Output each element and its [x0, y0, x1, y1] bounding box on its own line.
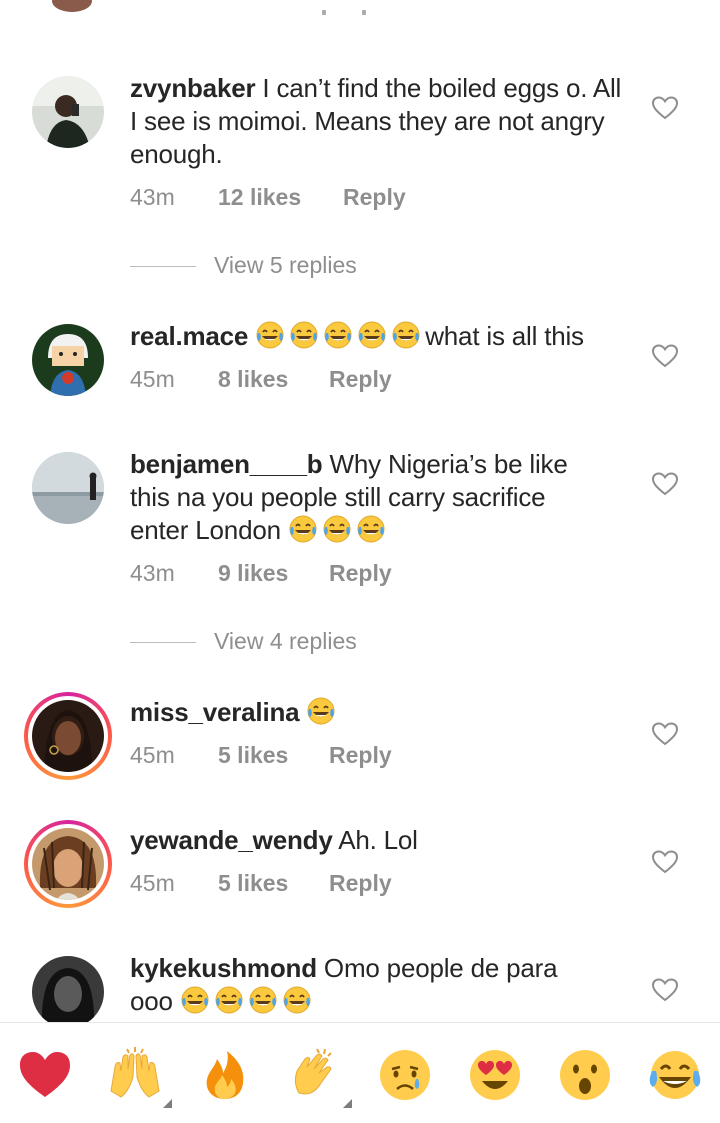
- comment-text: benjamen____b Why Nigeria’s be like this…: [130, 448, 630, 547]
- comment-time: 45m: [130, 870, 175, 896]
- previous-comment-meta-fragment: [322, 8, 392, 18]
- comment-body-line-2: this na you people still carry sacrifice: [130, 482, 546, 512]
- clapping-hands-icon[interactable]: [287, 1047, 343, 1103]
- tears-of-joy-emoji-icon: [249, 986, 277, 1014]
- like-heart-icon[interactable]: [652, 344, 678, 368]
- avatar-with-story-ring[interactable]: [24, 820, 112, 908]
- comment-body: what is all this: [425, 321, 584, 351]
- more-variants-indicator: [163, 1099, 172, 1108]
- tears-of-joy-emoji-icon: [283, 986, 311, 1014]
- tears-of-joy-emoji-icon: [256, 321, 284, 349]
- comment-likes[interactable]: 5 likes: [218, 870, 288, 897]
- raising-hands-icon[interactable]: [107, 1047, 163, 1103]
- like-heart-icon[interactable]: [652, 472, 678, 496]
- surprised-face-icon[interactable]: [557, 1047, 613, 1103]
- comment-body-line-2: ooo: [130, 986, 173, 1016]
- reply-button[interactable]: Reply: [329, 366, 392, 393]
- avatar-image: [32, 956, 104, 1028]
- avatar-image: [32, 76, 104, 148]
- avatar[interactable]: [32, 452, 104, 524]
- heart-eyes-icon[interactable]: [467, 1047, 523, 1103]
- comment-username[interactable]: yewande_wendy: [130, 825, 333, 855]
- comment-username[interactable]: zvynbaker: [130, 73, 256, 103]
- comment-likes[interactable]: 8 likes: [218, 366, 288, 393]
- crying-face-icon[interactable]: [377, 1047, 433, 1103]
- comment-body-line-1: Why Nigeria’s be like: [329, 449, 568, 479]
- comment-text: yewande_wendy Ah. Lol: [130, 824, 630, 857]
- view-replies-label: View 4 replies: [214, 628, 357, 654]
- previous-comment-avatar[interactable]: [52, 0, 92, 12]
- comment-text: real.mace what is all this: [130, 320, 630, 353]
- comment-likes[interactable]: 9 likes: [218, 560, 288, 587]
- comment-body-line-3: enter London: [130, 515, 281, 545]
- more-variants-indicator: [343, 1099, 352, 1108]
- view-replies-label: View 5 replies: [214, 252, 357, 278]
- like-heart-icon[interactable]: [652, 722, 678, 746]
- comment-time: 45m: [130, 366, 175, 392]
- tears-of-joy-emoji-icon: [307, 697, 335, 725]
- reply-button[interactable]: Reply: [329, 870, 392, 897]
- avatar[interactable]: [32, 956, 104, 1028]
- comment-username[interactable]: real.mace: [130, 321, 248, 351]
- avatar-image: [32, 700, 104, 772]
- view-replies-line: [130, 266, 196, 267]
- emoji-reaction-bar: [0, 1022, 720, 1123]
- comment-time: 45m: [130, 742, 175, 768]
- like-heart-icon[interactable]: [652, 978, 678, 1002]
- tears-of-joy-emoji-icon: [290, 321, 318, 349]
- comment-username[interactable]: kykekushmond: [130, 953, 317, 983]
- comment-likes[interactable]: 12 likes: [218, 184, 301, 211]
- red-heart-icon[interactable]: [17, 1047, 73, 1103]
- comment-time: 43m: [130, 560, 175, 586]
- comment-body: Ah. Lol: [338, 825, 418, 855]
- avatar[interactable]: [32, 324, 104, 396]
- tears-of-joy-emoji-icon: [392, 321, 420, 349]
- fire-icon[interactable]: [197, 1047, 253, 1103]
- tears-of-joy-emoji-icon: [357, 515, 385, 543]
- tears-of-joy-icon[interactable]: [647, 1047, 703, 1103]
- avatar-with-story-ring[interactable]: [24, 692, 112, 780]
- tears-of-joy-emoji-icon: [358, 321, 386, 349]
- comment-username[interactable]: benjamen____b: [130, 449, 323, 479]
- reply-button[interactable]: Reply: [329, 560, 392, 587]
- view-replies-line: [130, 642, 196, 643]
- tears-of-joy-emoji-icon: [323, 515, 351, 543]
- comment-time: 43m: [130, 184, 175, 210]
- avatar-image: [32, 324, 104, 396]
- comment-body-line-1: Omo people de para: [323, 953, 558, 983]
- tears-of-joy-emoji-icon: [289, 515, 317, 543]
- avatar-image: [32, 452, 104, 524]
- comment-text: kykekushmond Omo people de para ooo: [130, 952, 630, 1018]
- tears-of-joy-emoji-icon: [324, 321, 352, 349]
- comment-username[interactable]: miss_veralina: [130, 697, 300, 727]
- reply-button[interactable]: Reply: [329, 742, 392, 769]
- reply-button[interactable]: Reply: [343, 184, 406, 211]
- comment-text: miss_veralina: [130, 696, 630, 729]
- comment-likes[interactable]: 5 likes: [218, 742, 288, 769]
- avatar-image: [32, 828, 104, 900]
- tears-of-joy-emoji-icon: [181, 986, 209, 1014]
- comment-text: zvynbaker I can’t find the boiled eggs o…: [130, 72, 630, 171]
- tears-of-joy-emoji-icon: [215, 986, 243, 1014]
- avatar: [32, 828, 104, 900]
- like-heart-icon[interactable]: [652, 96, 678, 120]
- avatar[interactable]: [32, 76, 104, 148]
- like-heart-icon[interactable]: [652, 850, 678, 874]
- avatar: [32, 700, 104, 772]
